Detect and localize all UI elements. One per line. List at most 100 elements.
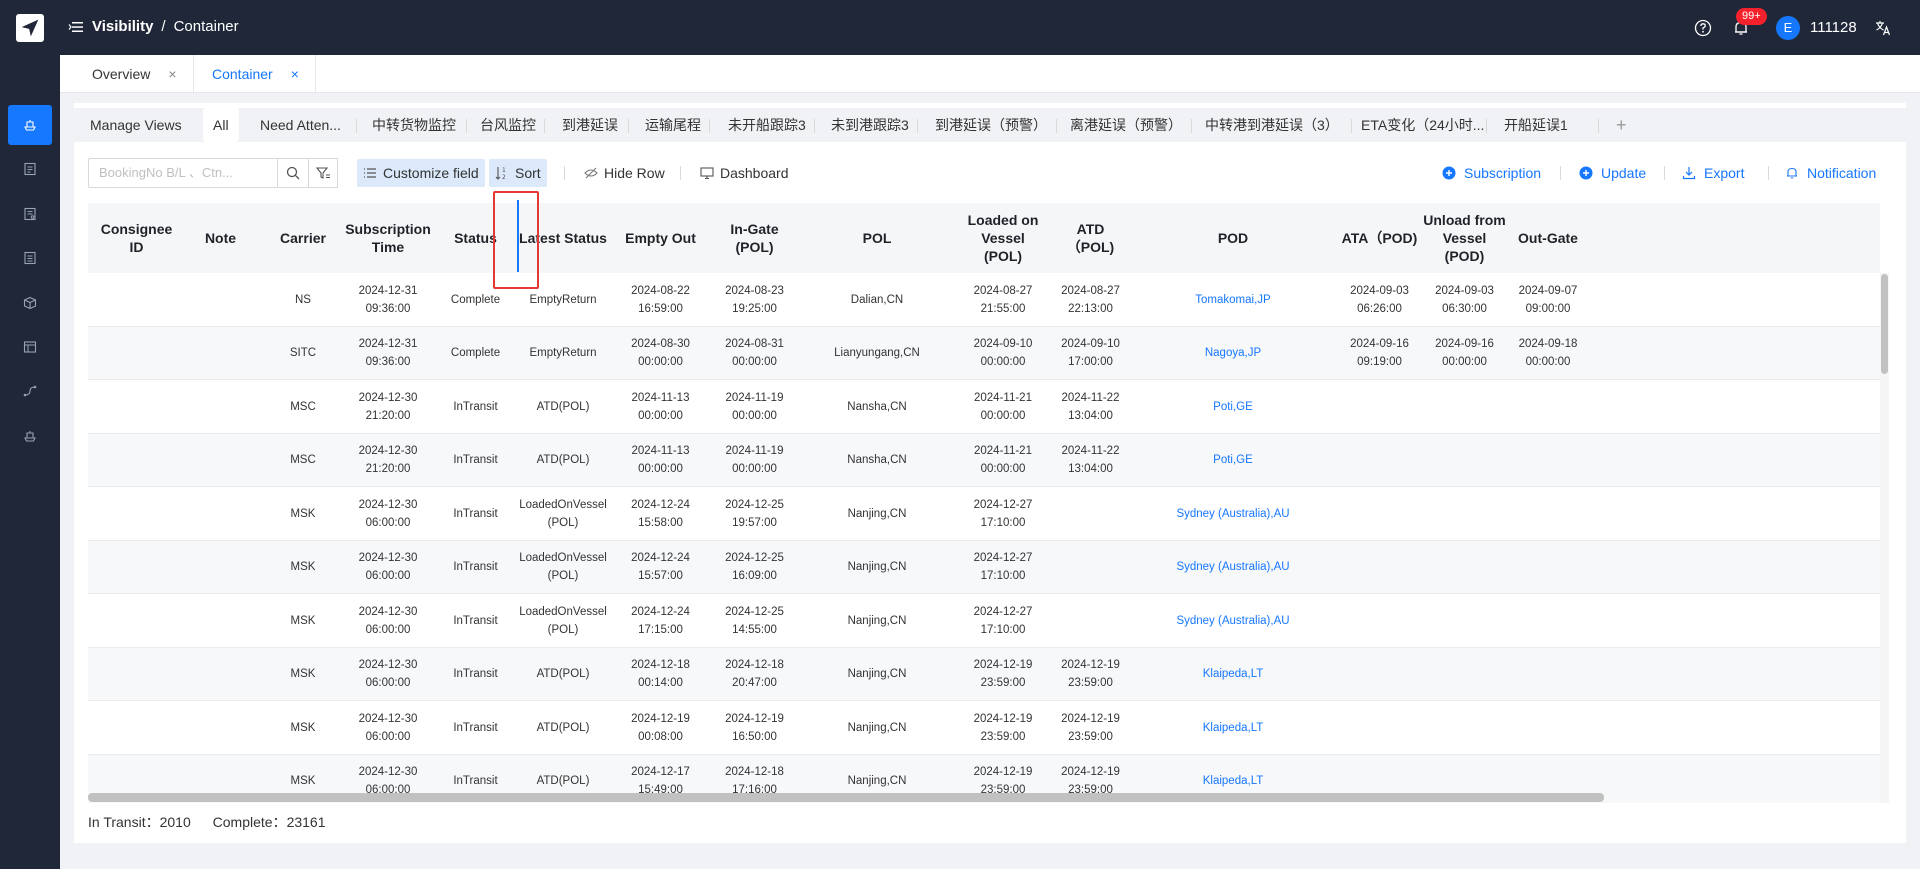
close-icon[interactable]: × xyxy=(291,66,299,82)
manage-views-tab[interactable]: Manage Views xyxy=(90,108,182,142)
column-header-note[interactable]: Note xyxy=(173,203,268,273)
table-row[interactable]: SITC 2024-12-31 09:36:00 Complete EmptyRetur… xyxy=(88,326,1880,380)
column-header-ata-pod[interactable]: ATA（POD) xyxy=(1338,203,1421,273)
cell-line: 00:00:00 xyxy=(638,409,683,422)
cell-line: 06:00:00 xyxy=(365,570,411,582)
column-header-loaded-on-vessel-pol[interactable]: Loaded on Vessel (POL) xyxy=(953,203,1053,273)
cell-pod[interactable]: Sydney (Australia),AU xyxy=(1128,541,1338,594)
table-row[interactable]: MSK 2024-12-30 06:00:00 InTransit ATD(POL) 20… xyxy=(88,647,1880,701)
subscription-label: Subscription xyxy=(1464,165,1542,181)
sidebar-item-list[interactable] xyxy=(8,194,52,234)
cell-value: 2024-08-22 16:59:00 xyxy=(631,282,690,318)
cell-atd-pol xyxy=(1053,487,1128,540)
search-input[interactable]: BookingNo B/L 、Ctn... xyxy=(88,158,278,188)
close-icon[interactable]: × xyxy=(168,66,176,82)
view-tab[interactable]: 未开船跟踪3 xyxy=(728,108,806,142)
translate-icon[interactable] xyxy=(1874,19,1892,37)
avatar[interactable]: E xyxy=(1776,16,1800,40)
column-header-empty-out[interactable]: Empty Out xyxy=(613,203,708,273)
cell-pod[interactable]: Sydney (Australia),AU xyxy=(1128,594,1338,647)
table-row[interactable]: MSC 2024-12-30 21:20:00 InTransit ATD(POL) 20… xyxy=(88,433,1880,487)
help-icon[interactable] xyxy=(1694,19,1712,37)
breadcrumb-root[interactable]: Visibility xyxy=(92,18,153,35)
table-row[interactable]: MSK 2024-12-30 06:00:00 InTransit LoadedOnVe… xyxy=(88,594,1880,648)
sidebar-item-vessel[interactable] xyxy=(8,416,52,456)
view-tab[interactable]: 中转港到港延误（3） xyxy=(1205,108,1339,142)
view-tab[interactable]: 未到港跟踪3 xyxy=(831,108,909,142)
cell-consignee-id xyxy=(88,487,173,540)
cell-pod[interactable]: Poti,GE xyxy=(1128,434,1338,487)
column-header-pol[interactable]: POL xyxy=(801,203,953,273)
sidebar-item-booking[interactable] xyxy=(8,149,52,189)
subscription-button[interactable]: Subscription xyxy=(1442,159,1541,187)
column-header-in-gate-pol[interactable]: In-Gate (POL) xyxy=(708,203,801,273)
sidebar-item-files[interactable] xyxy=(8,238,52,278)
search-button[interactable] xyxy=(277,158,309,188)
update-button[interactable]: Update xyxy=(1579,159,1646,187)
sidebar-item-container[interactable] xyxy=(8,105,52,145)
view-tab[interactable]: 台风监控 xyxy=(480,108,536,142)
view-tab[interactable]: 到港延误（预警） xyxy=(935,108,1047,142)
column-header-pod[interactable]: POD xyxy=(1128,203,1338,273)
cell-value: LoadedOnVessel (POL) xyxy=(519,496,607,532)
cell-pod[interactable]: Klaipeda,LT xyxy=(1128,648,1338,701)
paper-plane-icon[interactable] xyxy=(16,14,44,42)
sidebar-item-packages[interactable] xyxy=(8,283,52,323)
view-tab[interactable]: 离港延误（预警） xyxy=(1070,108,1182,142)
cell-pod[interactable]: Sydney (Australia),AU xyxy=(1128,487,1338,540)
table-row[interactable]: NS 2024-12-31 09:36:00 Complete EmptyReturn 2… xyxy=(88,273,1880,327)
table-row[interactable]: MSC 2024-12-30 21:20:00 InTransit ATD(POL) 20… xyxy=(88,380,1880,434)
cell-pod[interactable]: Nagoya,JP xyxy=(1128,327,1338,380)
view-tab-all[interactable]: All xyxy=(203,108,239,142)
cell-line: 2024-12-30 xyxy=(358,605,418,618)
cell-pod[interactable]: Tomakomai,JP xyxy=(1128,273,1338,326)
column-header-label: Note xyxy=(205,229,236,247)
column-header-consignee-id[interactable]: Consignee ID xyxy=(88,203,173,273)
cell-line: 2024-09-10 xyxy=(973,338,1033,350)
sidebar-item-board[interactable] xyxy=(8,327,52,367)
add-view-button[interactable]: + xyxy=(1616,108,1627,142)
view-tab[interactable]: Need Atten... xyxy=(260,108,341,142)
cell-latest-status: LoadedOnVessel (POL) xyxy=(513,487,613,540)
export-button[interactable]: Export xyxy=(1682,159,1744,187)
view-tab[interactable]: 运输尾程 xyxy=(645,108,701,142)
vertical-scrollbar-thumb[interactable] xyxy=(1881,274,1888,374)
cell-line: 2024-12-19 xyxy=(973,712,1033,725)
customize-field-button[interactable]: Customize field xyxy=(357,159,485,187)
cell-pod[interactable]: Poti,GE xyxy=(1128,380,1338,433)
sort-button[interactable]: 12 Sort xyxy=(489,159,547,187)
cell-carrier: SITC xyxy=(268,327,338,380)
view-tab[interactable]: ETA变化（24小时... xyxy=(1361,108,1484,142)
ship-icon xyxy=(24,120,36,131)
table-row[interactable]: MSK 2024-12-30 06:00:00 InTransit LoadedOnVe… xyxy=(88,487,1880,541)
table-row[interactable]: MSK 2024-12-30 06:00:00 InTransit LoadedOnVe… xyxy=(88,540,1880,594)
menu-toggle-icon[interactable] xyxy=(68,19,84,35)
page-tab-container[interactable]: Container × xyxy=(196,55,316,93)
page-tab-overview[interactable]: Overview × xyxy=(76,55,194,93)
view-tab[interactable]: 到港延误 xyxy=(562,108,618,142)
column-header-unload-from-vessel-pod[interactable]: Unload from Vessel (POD) xyxy=(1421,203,1508,273)
user-name[interactable]: 111128 xyxy=(1810,19,1857,36)
table-row[interactable]: MSK 2024-12-30 06:00:00 InTransit ATD(POL) 20… xyxy=(88,701,1880,755)
view-tab[interactable]: 中转货物监控 xyxy=(372,108,456,142)
column-header-line: Vessel xyxy=(1442,230,1487,246)
sidebar-item-route[interactable] xyxy=(8,371,52,411)
column-header-carrier[interactable]: Carrier xyxy=(268,203,338,273)
filter-button[interactable] xyxy=(308,158,338,188)
column-header-atd-pol[interactable]: ATD（POL) xyxy=(1053,203,1128,273)
cell-out-gate xyxy=(1508,648,1588,701)
view-tab[interactable]: 开船延误1 xyxy=(1504,108,1568,142)
cell-note xyxy=(173,648,268,701)
column-header-line: Subscription xyxy=(345,221,431,237)
cell-carrier: MSK xyxy=(268,594,338,647)
cell-ata-pod xyxy=(1338,648,1421,701)
divider xyxy=(466,119,467,133)
cell-pod[interactable]: Klaipeda,LT xyxy=(1128,701,1338,754)
cell-unload-from-vessel-pod xyxy=(1421,434,1508,487)
hide-row-button[interactable]: Hide Row xyxy=(578,159,671,187)
horizontal-scrollbar-thumb[interactable] xyxy=(88,793,1604,802)
dashboard-button[interactable]: Dashboard xyxy=(694,159,795,187)
column-header-out-gate[interactable]: Out-Gate xyxy=(1508,203,1588,273)
column-header-subscription-time[interactable]: Subscription Time xyxy=(338,203,438,273)
notification-button[interactable]: Notification xyxy=(1785,159,1876,187)
